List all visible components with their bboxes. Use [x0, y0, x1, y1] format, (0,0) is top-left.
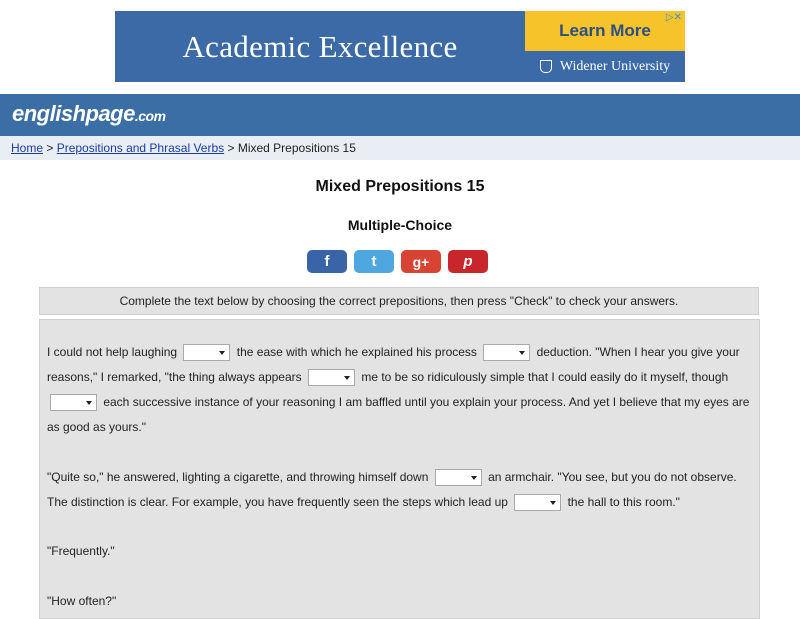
- chevron-down-icon: [470, 476, 477, 481]
- preposition-dropdown[interactable]: [514, 494, 562, 512]
- googleplus-icon: g+: [412, 253, 430, 270]
- logo-suffix: .com: [134, 108, 166, 124]
- exercise-paragraph: "Frequently.": [47, 544, 115, 558]
- adchoices-icon[interactable]: ▷✕: [666, 12, 682, 23]
- facebook-icon: f: [324, 253, 330, 270]
- exercise-text: the hall to this room.": [564, 495, 680, 509]
- ad-brand-label: Widener University: [559, 58, 671, 74]
- page-title: Mixed Prepositions 15: [315, 178, 485, 195]
- site-header: englishpage.com: [0, 94, 800, 136]
- breadcrumb-current: Mixed Prepositions 15: [237, 141, 356, 155]
- breadcrumb-separator: >: [224, 141, 238, 155]
- pinterest-share-button[interactable]: p: [448, 250, 488, 273]
- preposition-dropdown[interactable]: [483, 344, 531, 362]
- breadcrumb-home-link[interactable]: Home: [11, 141, 43, 155]
- breadcrumb: Home > Prepositions and Phrasal Verbs > …: [0, 136, 800, 160]
- preposition-dropdown[interactable]: [50, 394, 97, 412]
- exercise-paragraph: "Quite so," he answered, lighting a ciga…: [47, 465, 753, 515]
- logo-main: englishpage: [12, 101, 135, 126]
- preposition-dropdown[interactable]: [434, 469, 482, 487]
- advertisement-banner[interactable]: Academic Excellence Learn More Widener U…: [115, 11, 685, 82]
- ad-brand: Widener University: [525, 51, 685, 82]
- exercise-text: each successive instance of your reasoni…: [47, 395, 750, 434]
- exercise-box: I could not help laughing the ease with …: [39, 319, 760, 619]
- page-subtitle: Multiple-Choice: [347, 217, 453, 233]
- exercise-text: "Quite so," he answered, lighting a ciga…: [47, 470, 432, 484]
- breadcrumb-section-link[interactable]: Prepositions and Phrasal Verbs: [57, 141, 224, 155]
- exercise-paragraph: "How often?": [47, 594, 117, 608]
- exercise-text: I could not help laughing: [47, 345, 181, 359]
- breadcrumb-separator: >: [43, 141, 57, 155]
- twitter-share-button[interactable]: t: [354, 250, 394, 273]
- chevron-down-icon: [550, 501, 557, 506]
- site-logo[interactable]: englishpage.com: [12, 101, 166, 127]
- twitter-icon: t: [371, 253, 377, 270]
- shield-icon: [539, 60, 552, 73]
- exercise-text: me to be so ridiculously simple that I c…: [357, 370, 729, 384]
- facebook-share-button[interactable]: f: [307, 250, 347, 273]
- chevron-down-icon: [519, 351, 526, 356]
- instructions: Complete the text below by choosing the …: [39, 287, 759, 315]
- preposition-dropdown[interactable]: [183, 344, 231, 362]
- ad-headline[interactable]: Academic Excellence: [115, 11, 525, 82]
- learn-more-button[interactable]: Learn More: [525, 11, 685, 51]
- exercise-paragraph: I could not help laughing the ease with …: [47, 340, 753, 440]
- chevron-down-icon: [219, 351, 226, 356]
- googleplus-share-button[interactable]: g+: [401, 250, 441, 273]
- preposition-dropdown[interactable]: [307, 369, 355, 387]
- pinterest-icon: p: [463, 253, 473, 270]
- ad-side-panel[interactable]: Learn More Widener University: [525, 11, 685, 82]
- chevron-down-icon: [343, 376, 350, 381]
- exercise-text: the ease with which he explained his pro…: [233, 345, 481, 359]
- chevron-down-icon: [86, 401, 92, 406]
- social-share-bar: f t g+ p: [307, 250, 507, 274]
